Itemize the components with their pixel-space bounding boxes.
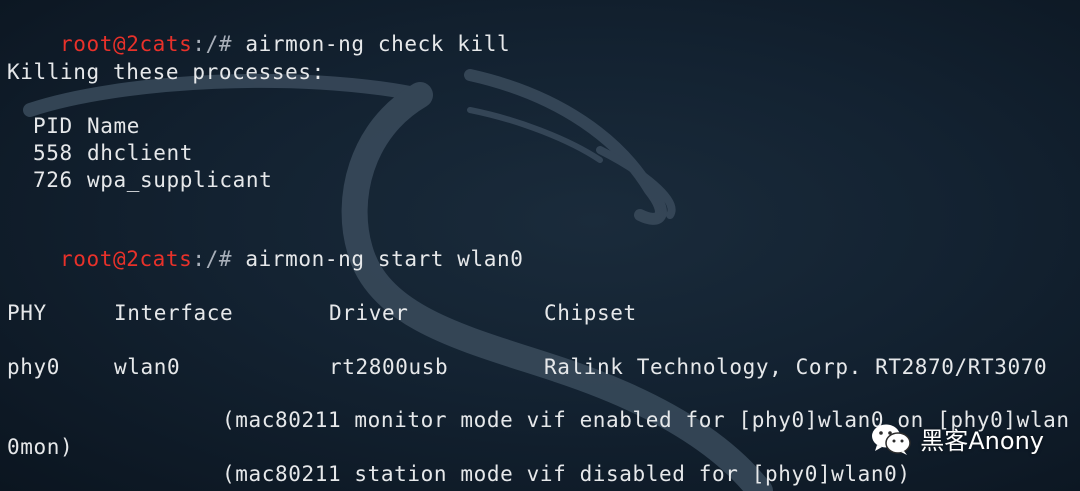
watermark: 黑客Anony <box>870 421 1044 456</box>
process-header-name: Name <box>87 114 140 138</box>
table-cell-interface: wlan0 <box>114 355 181 379</box>
process-name: dhclient <box>87 141 193 165</box>
table-cell-chipset: Ralink Technology, Corp. RT2870/RT3070 <box>544 355 1048 379</box>
process-name: wpa_supplicant <box>87 168 273 192</box>
process-pid: 558 <box>33 141 73 165</box>
process-pid: 726 <box>33 168 73 192</box>
prompt-user-host: root@2cats <box>59 32 193 56</box>
wechat-icon <box>872 424 912 455</box>
terminal-window[interactable]: root@2cats:/# airmon-ng check kill Killi… <box>0 0 1080 491</box>
command-line-2: root@2cats:/# airmon-ng start wlan0 <box>7 220 524 298</box>
prompt-path: :/# <box>192 247 246 271</box>
table-header-chipset: Chipset <box>544 301 637 325</box>
table-header-driver: Driver <box>329 301 409 325</box>
station-mode-note: (mac80211 station mode vif disabled for … <box>222 462 911 486</box>
process-header-pid: PID <box>33 114 73 138</box>
prompt-path: :/# <box>192 32 246 56</box>
command-text: airmon-ng start wlan0 <box>245 247 524 271</box>
command-text: airmon-ng check kill <box>245 32 511 56</box>
table-cell-driver: rt2800usb <box>329 355 449 379</box>
kill-heading: Killing these processes: <box>7 60 325 84</box>
table-cell-phy: phy0 <box>7 355 60 379</box>
watermark-text: 黑客Anony <box>920 427 1044 455</box>
monitor-mode-note-wrap: 0mon) <box>7 435 74 459</box>
table-header-phy: PHY <box>7 301 47 325</box>
table-header-interface: Interface <box>114 301 234 325</box>
prompt-user-host: root@2cats <box>59 247 193 271</box>
